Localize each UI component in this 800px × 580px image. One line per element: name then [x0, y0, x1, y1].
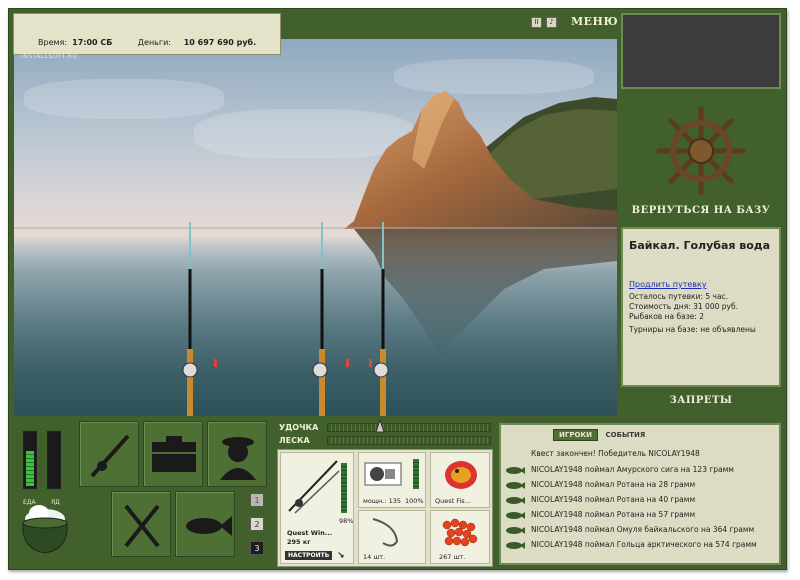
bait-slot[interactable]: 267 шт.	[430, 510, 490, 564]
fishing-rod-3	[369, 222, 389, 416]
info-line-cost: Стоимость дня: 31 000 руб.	[629, 302, 738, 311]
food-button[interactable]	[111, 491, 171, 557]
location-title: Байкал. Голубая вода	[629, 239, 771, 252]
game-window: Время: 17:00 СБ Деньги: 10 697 690 руб. …	[8, 8, 787, 570]
reel-power: мощн.: 135	[363, 497, 401, 505]
food-meter	[23, 431, 37, 489]
line-tension-bar	[327, 436, 491, 445]
line-label: ЛЕСКА	[279, 436, 310, 445]
fish-icon	[506, 541, 525, 549]
event-row: NICOLAY1948 поймал Ротана на 57 грамм	[505, 510, 777, 524]
status-row: Время: 17:00 СБ Деньги: 10 697 690 руб.	[38, 38, 256, 47]
rod-name: Quest Win...	[287, 529, 333, 537]
reel-icon	[364, 462, 402, 486]
tackle-panel: 98% Quest Win... 295 кг НАСТРОИТЬ ↘ мощн…	[277, 449, 493, 567]
time-value: 17:00 СБ	[72, 38, 113, 47]
money-label: Деньги:	[137, 38, 171, 47]
event-row: NICOLAY1948 поймал Амурского сига на 123…	[505, 465, 777, 479]
info-line-remaining: Осталось путевки: 5 час.	[629, 292, 729, 301]
event-text: NICOLAY1948 поймал Гольца арктического н…	[531, 540, 757, 549]
quest-finished-message: Квест закончен! Победитель NICOLAY1948	[531, 449, 700, 458]
fish-icon	[186, 516, 232, 536]
lure-icon	[445, 461, 477, 489]
rods-layer	[182, 222, 389, 416]
fisherman-icon	[220, 437, 256, 480]
rods-button[interactable]	[79, 421, 139, 487]
ship-wheel-icon[interactable]	[655, 105, 747, 197]
fish-icon	[506, 526, 525, 534]
fish-icon	[506, 481, 525, 489]
expand-arrow-icon[interactable]: ↘	[337, 551, 345, 561]
rod-label: УДОЧКА	[279, 423, 319, 432]
fish-icon	[506, 466, 525, 474]
lure-name: Quest Fis...	[435, 497, 471, 505]
tab-events[interactable]: СОБЫТИЯ	[601, 430, 651, 440]
time-label: Время:	[38, 38, 68, 47]
events-tabs: ИГРОКИ СОБЫТИЯ	[553, 429, 650, 441]
rod-weight: 295 кг	[287, 538, 311, 546]
event-text: NICOLAY1948 поймал Ротана на 28 грамм	[531, 480, 696, 489]
fishing-rod-1	[182, 222, 217, 416]
fish-icon	[506, 511, 525, 519]
slot-2-button[interactable]: 2	[250, 517, 264, 531]
event-row: NICOLAY1948 поймал Гольца арктического н…	[505, 540, 777, 554]
food-meter-fill	[26, 451, 34, 486]
bait-count: 267 шт.	[439, 553, 466, 561]
fishing-scene[interactable]	[14, 39, 617, 416]
slot-3-button[interactable]: 3	[250, 541, 264, 555]
reel-slot[interactable]: мощн.: 135 100%	[358, 452, 426, 508]
hook-icon	[372, 518, 399, 547]
tackle-box-button[interactable]	[143, 421, 203, 487]
info-line-tournaments: Турниры на базе: не объявлены	[629, 325, 756, 334]
fish-cage-button[interactable]	[175, 491, 235, 557]
reel-durability-bar	[413, 459, 419, 489]
event-row: NICOLAY1948 поймал Ротана на 28 грамм	[505, 480, 777, 494]
poison-meter	[47, 431, 61, 489]
rod-tension-pointer-icon[interactable]	[375, 419, 385, 433]
tackle-box-icon	[152, 436, 196, 472]
watermark: INSTALLSOFT.RU	[21, 53, 78, 60]
rod-condition: 98%	[339, 517, 354, 525]
caviar-bait-icon	[442, 518, 478, 547]
event-text: NICOLAY1948 поймал Омуля байкальского на…	[531, 525, 755, 534]
bans-button[interactable]: ЗАПРЕТЫ	[621, 395, 781, 406]
cauldron-icon[interactable]	[17, 501, 73, 559]
tab-players[interactable]: ИГРОКИ	[553, 429, 598, 441]
location-info-panel: Байкал. Голубая вода Продлить путевку Ос…	[621, 227, 781, 387]
rod-tension-bar	[327, 423, 491, 432]
reel-condition: 100%	[405, 497, 424, 505]
rod-slot[interactable]: 98% Quest Win... 295 кг НАСТРОИТЬ ↘	[280, 452, 354, 564]
lure-slot[interactable]: Quest Fis...	[430, 452, 490, 508]
minimap-panel	[621, 13, 781, 89]
info-line-fishers: Рыбаков на базе: 2	[629, 312, 704, 321]
top-icons: II ♪	[531, 17, 561, 28]
event-text: NICOLAY1948 поймал Амурского сига на 123…	[531, 465, 734, 474]
fishing-rod-icon	[90, 434, 130, 478]
hook-slot[interactable]: 14 шт.	[358, 510, 426, 564]
events-panel: ИГРОКИ СОБЫТИЯ Квест закончен! Победител…	[499, 423, 781, 565]
menu-button[interactable]: МЕНЮ	[571, 15, 618, 28]
fishing-rod-2	[312, 222, 349, 416]
hook-count: 14 шт.	[363, 553, 386, 561]
meters-panel: ЕДА ЯД	[13, 423, 67, 506]
knife-fork-icon	[124, 504, 160, 548]
extend-trip-link[interactable]: Продлить путевку	[629, 280, 773, 289]
fish-icon	[506, 496, 525, 504]
event-text: NICOLAY1948 поймал Ротана на 57 грамм	[531, 510, 696, 519]
pause-icon[interactable]: II	[531, 17, 542, 28]
rod-durability-bar	[341, 463, 347, 513]
event-row: NICOLAY1948 поймал Омуля байкальского на…	[505, 525, 777, 539]
event-row: NICOLAY1948 поймал Ротана на 40 грамм	[505, 495, 777, 509]
event-text: NICOLAY1948 поймал Ротана на 40 грамм	[531, 495, 696, 504]
status-bar: Время: 17:00 СБ Деньги: 10 697 690 руб.	[13, 13, 281, 55]
return-to-base-button[interactable]: ВЕРНУТЬСЯ НА БАЗУ	[621, 205, 781, 216]
rod-icon	[288, 460, 340, 514]
sound-icon[interactable]: ♪	[546, 17, 557, 28]
fisherman-button[interactable]	[207, 421, 267, 487]
money-value: 10 697 690 руб.	[183, 38, 257, 47]
slot-1-button[interactable]: 1	[250, 493, 264, 507]
setup-button[interactable]: НАСТРОИТЬ	[285, 551, 333, 560]
